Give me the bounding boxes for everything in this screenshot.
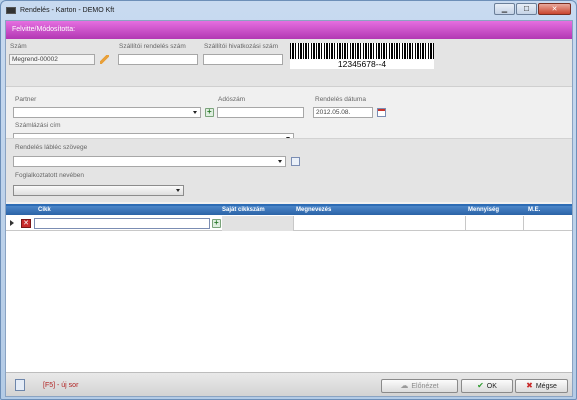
rendeles-datuma-field[interactable]: 2012.05.08. <box>313 107 373 118</box>
preview-icon: ☁ <box>400 381 409 390</box>
adoszam-label: Adószám <box>218 96 246 103</box>
barcode-image <box>290 43 434 59</box>
close-button[interactable]: ✕ <box>538 3 571 15</box>
lablec-label: Rendelés lábléc szövege <box>15 144 88 151</box>
new-row-hint: [F5] - új sor <box>43 382 79 389</box>
grid-header: Cikk Saját cikkszám Megnevezés Mennyiség… <box>6 206 572 215</box>
footer-bar: [F5] - új sor ☁ Előnézet ✔ OK ✖ Mégse <box>6 372 572 396</box>
rendeles-datuma-label: Rendelés dátuma <box>315 96 366 103</box>
footer-text-section: Rendelés lábléc szövege Foglalkoztatott … <box>6 138 572 202</box>
column-header-cikk[interactable]: Cikk <box>38 207 51 213</box>
title-bar[interactable]: Rendelés - Karton - DEMO Kft ▁ ☐ ✕ <box>1 1 576 19</box>
adoszam-field[interactable] <box>217 107 304 118</box>
ok-button[interactable]: ✔ OK <box>461 379 513 393</box>
app-icon <box>6 6 16 14</box>
row-indicator-icon <box>10 220 14 226</box>
column-header-megnevezes[interactable]: Megnevezés <box>296 207 331 213</box>
partner-label: Partner <box>15 96 37 103</box>
form-body: Felvitte/Módosította: Szám Megrend-00002… <box>5 20 573 397</box>
preview-button[interactable]: ☁ Előnézet <box>381 379 458 393</box>
chevron-down-icon <box>176 189 180 192</box>
table-row[interactable]: ✕ <box>6 216 572 231</box>
add-item-icon[interactable] <box>212 218 221 228</box>
szamlazasi-cim-label: Számlázási cím <box>15 122 61 129</box>
me-cell[interactable] <box>524 216 572 231</box>
ok-button-label: OK <box>486 382 497 390</box>
cancel-button[interactable]: ✖ Mégse <box>515 379 568 393</box>
preview-button-label: Előnézet <box>411 382 439 390</box>
rendeles-window: Rendelés - Karton - DEMO Kft ▁ ☐ ✕ Felvi… <box>0 0 577 400</box>
items-grid: Cikk Saját cikkszám Megnevezés Mennyiség… <box>6 204 572 393</box>
add-partner-icon[interactable] <box>205 107 214 117</box>
maximize-button[interactable]: ☐ <box>516 3 537 15</box>
megnevezes-cell[interactable] <box>294 216 466 231</box>
szallitoi-rendeles-label: Szállítói rendelés szám <box>119 43 186 50</box>
edit-pencil-icon[interactable] <box>100 55 109 64</box>
calendar-icon[interactable] <box>377 108 386 117</box>
partner-section: Partner Adószám Rendelés dátuma 2012.05.… <box>6 87 572 133</box>
modified-by-banner: Felvitte/Módosította: <box>6 21 572 39</box>
column-header-sajat-cikkszam[interactable]: Saját cikkszám <box>222 207 265 213</box>
column-header-mennyiseg[interactable]: Mennyiség <box>468 207 499 213</box>
header-section: Szám Megrend-00002 Szállítói rendelés sz… <box>6 39 572 87</box>
chevron-down-icon <box>278 160 282 163</box>
barcode-text: 12345678--4 <box>290 59 434 69</box>
delete-row-icon[interactable]: ✕ <box>21 219 31 228</box>
cancel-icon: ✖ <box>526 381 533 390</box>
minimize-button[interactable]: ▁ <box>494 3 515 15</box>
szallitoi-hivatkozasi-field[interactable] <box>203 54 283 65</box>
szallitoi-hivatkozasi-label: Szállítói hivatkozási szám <box>204 43 279 50</box>
szam-label: Szám <box>10 43 27 50</box>
note-icon[interactable] <box>291 157 300 166</box>
foglalkoztatott-combo[interactable] <box>13 185 184 196</box>
window-title: Rendelés - Karton - DEMO Kft <box>20 6 115 14</box>
szallitoi-rendeles-field[interactable] <box>118 54 198 65</box>
chevron-down-icon <box>193 111 197 114</box>
checkmark-icon: ✔ <box>477 381 484 390</box>
foglalkoztatott-label: Foglalkoztatott nevében <box>15 172 85 179</box>
window-controls: ▁ ☐ ✕ <box>494 3 571 15</box>
document-icon[interactable] <box>15 379 25 391</box>
lablec-combo[interactable] <box>13 156 286 167</box>
partner-combo[interactable] <box>13 107 201 118</box>
cancel-button-label: Mégse <box>535 382 557 390</box>
szam-field[interactable]: Megrend-00002 <box>9 54 95 65</box>
mennyiseg-cell[interactable] <box>466 216 524 231</box>
cikk-cell[interactable] <box>34 218 210 229</box>
sajat-cikkszam-cell <box>222 216 294 231</box>
column-header-me[interactable]: M.E. <box>528 207 540 213</box>
